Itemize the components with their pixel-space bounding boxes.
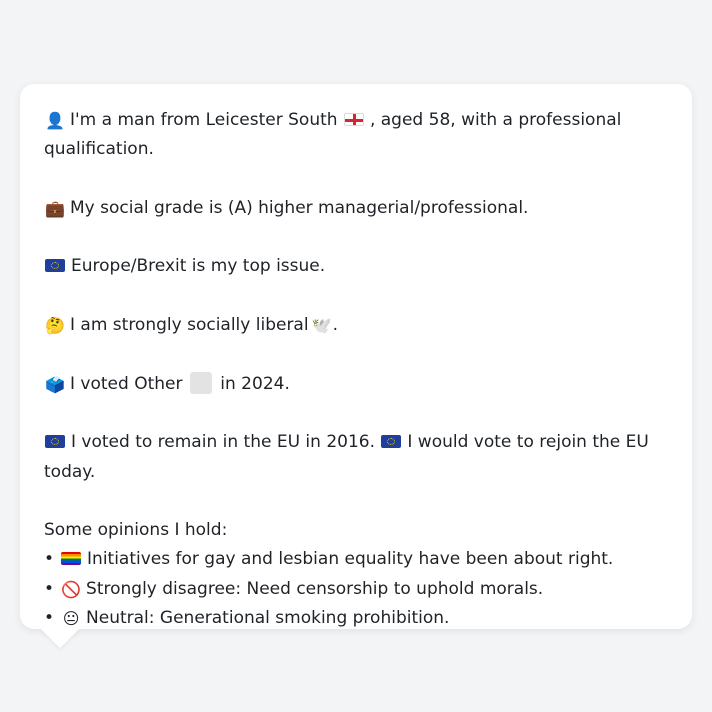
opinions-heading: Some opinions I hold: xyxy=(44,520,228,541)
persona-line-vote-2024: 🗳️ I voted Other in 2024. xyxy=(44,370,672,399)
persona-line-social-grade: 💼 My social grade is (A) higher manageria… xyxy=(44,194,672,223)
persona-line-identity: 👤 I'm a man from Leicester South , aged 5… xyxy=(44,106,672,165)
opinion-item: • 🚫 Strongly disagree: Need censorship to … xyxy=(44,575,672,604)
eu-flag-icon xyxy=(45,435,65,449)
opinion-item: • Initiatives for gay and lesbian equalit… xyxy=(44,545,672,574)
opinion-text: Strongly disagree: Need censorship to up… xyxy=(86,578,544,599)
thinking-face-icon: 🤔 xyxy=(45,316,65,336)
bullet: • xyxy=(44,549,55,570)
grey-square-icon xyxy=(189,371,212,394)
dove-icon: 🕊️ xyxy=(311,316,332,336)
vote-2024-text-b: in 2024. xyxy=(220,373,290,394)
persona-line-top-issue: Europe/Brexit is my top issue. xyxy=(44,252,672,281)
opinion-text: Initiatives for gay and lesbian equality… xyxy=(87,549,614,570)
persona-line-social-views: 🤔 I am strongly socially liberal 🕊️. xyxy=(44,311,672,340)
england-flag-icon xyxy=(343,113,364,126)
social-views-text: I am strongly socially liberal xyxy=(70,315,309,336)
rainbow-flag-icon xyxy=(61,552,82,566)
eu-vote-text-a: I voted to remain in the EU in 2016. xyxy=(71,432,375,453)
bullet: • xyxy=(44,608,55,629)
persona-message-bubble: 👤 I'm a man from Leicester South , aged 5… xyxy=(20,84,692,629)
top-issue-text: Europe/Brexit is my top issue. xyxy=(71,256,326,277)
persona-line-eu-vote: I voted to remain in the EU in 2016. I w… xyxy=(44,428,672,487)
briefcase-icon: 💼 xyxy=(45,198,65,218)
vote-2024-text-a: I voted Other xyxy=(70,373,183,394)
eu-flag-icon-2 xyxy=(381,435,402,449)
social-views-trailing: . xyxy=(332,315,338,336)
opinion-text: Neutral: Generational smoking prohibitio… xyxy=(86,608,450,629)
opinion-item: • 😐 Neutral: Generational smoking prohibit… xyxy=(44,604,672,633)
neutral-face-icon: 😐 xyxy=(62,609,80,629)
identity-text-a: I'm a man from Leicester South xyxy=(70,110,338,130)
bubble-tail xyxy=(40,628,80,648)
bullet: • xyxy=(44,578,55,599)
prohibited-icon: 🚫 xyxy=(61,579,81,599)
eu-flag-icon xyxy=(45,259,65,273)
bust-in-silhouette-icon: 👤 xyxy=(45,111,65,130)
social-grade-text: My social grade is (A) higher managerial… xyxy=(70,197,529,218)
ballot-box-icon: 🗳️ xyxy=(45,374,65,394)
